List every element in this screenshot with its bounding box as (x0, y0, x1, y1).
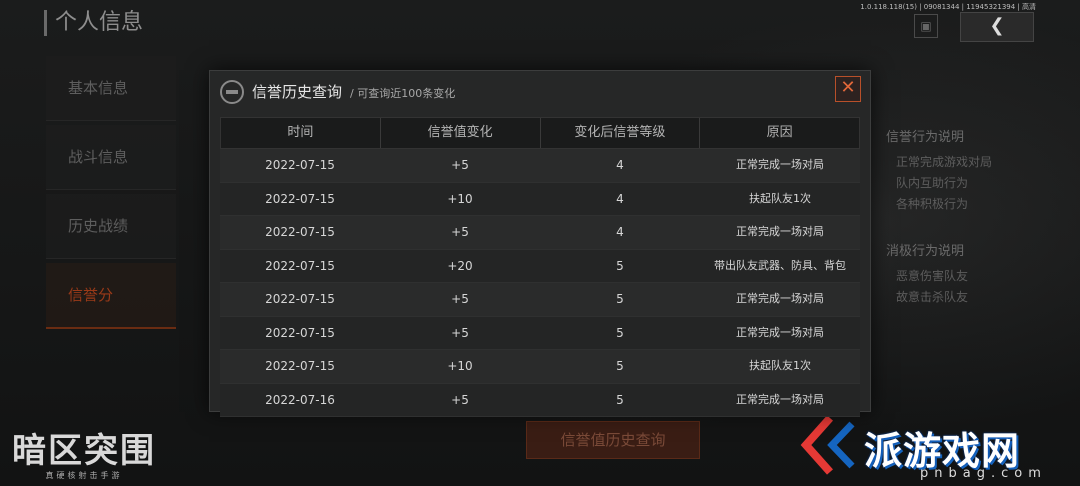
credit-history-query-button[interactable]: 信誉值历史查询 (526, 421, 700, 459)
game-logo: 暗区突围 真硬核射击手游 (6, 432, 162, 484)
game-name: 暗区突围 (12, 431, 156, 471)
cell-reason: 正常完成一场对局 (736, 225, 824, 238)
cell-change: +10 (447, 359, 473, 373)
nav-item-history[interactable]: 历史战绩 (46, 194, 176, 259)
table-row: 2022-07-15 +10 4 扶起队友1次 (220, 182, 860, 216)
table-row: 2022-07-15 +10 5 扶起队友1次 (220, 350, 860, 384)
column-header-time: 时间 (221, 118, 381, 148)
credit-history-modal: 信誉历史查询 / 可查询近100条变化 ✕ 时间 信誉值变化 变化后信誉等级 原… (209, 70, 871, 417)
watermark-site: pnbag.com (920, 466, 1047, 481)
cell-time: 2022-07-15 (265, 359, 335, 373)
modal-header: 信誉历史查询 / 可查询近100条变化 ✕ (210, 71, 870, 111)
cell-reason: 正常完成一场对局 (736, 325, 824, 339)
cell-reason: 正常完成一场对局 (736, 292, 824, 305)
cell-change: +5 (451, 225, 469, 239)
cell-time: 2022-07-15 (265, 191, 335, 206)
arrow-left-icon: ❮ (989, 15, 1005, 36)
cell-reason: 扶起队友1次 (749, 359, 811, 372)
positive-heading: 信誉行为说明 (886, 130, 965, 145)
column-header-level: 变化后信誉等级 (541, 118, 701, 148)
close-icon: ✕ (840, 77, 856, 98)
cell-level: 5 (616, 292, 624, 306)
version-info: 1.0.118.118(15) | 09081344 | 11945321394… (860, 3, 1036, 11)
back-button[interactable]: ❮ (960, 12, 1034, 42)
cell-level: 5 (616, 392, 624, 407)
positive-line: 队内互助行为 (896, 176, 969, 190)
modal-subtitle: / 可查询近100条变化 (350, 87, 456, 100)
page-title: 个人信息 (44, 10, 143, 36)
cell-change: +5 (451, 158, 469, 172)
cell-reason: 带出队友武器、防具、背包 (714, 258, 846, 272)
credit-history-table: 时间 信誉值变化 变化后信誉等级 原因 2022-07-15 +5 4 正常完成… (220, 117, 860, 417)
cell-level: 5 (616, 359, 624, 373)
table-row: 2022-07-15 +20 5 带出队友武器、防具、背包 (220, 249, 860, 283)
cell-time: 2022-07-16 (265, 392, 335, 407)
cell-change: +5 (451, 392, 469, 407)
cell-change: +10 (447, 191, 473, 206)
cell-change: +5 (451, 292, 469, 306)
positive-line: 各种积极行为 (896, 197, 969, 211)
cell-change: +5 (451, 325, 469, 340)
negative-line: 故意击杀队友 (896, 290, 969, 304)
table-row: 2022-07-16 +5 5 正常完成一场对局 (220, 383, 860, 417)
cell-time: 2022-07-15 (265, 158, 335, 172)
cell-level: 4 (616, 158, 624, 172)
table-row: 2022-07-15 +5 4 正常完成一场对局 (220, 149, 860, 183)
column-header-change: 信誉值变化 (381, 118, 541, 148)
watermark-chevron-icon (800, 415, 855, 475)
cell-level: 5 (616, 258, 624, 273)
cell-reason: 正常完成一场对局 (736, 392, 824, 406)
watermark-logo: 派游戏网 pnbag.com (800, 410, 1076, 486)
negative-line: 恶意伤害队友 (896, 269, 969, 283)
left-nav: 基本信息 战斗信息 历史战绩 信誉分 (46, 56, 176, 333)
nav-item-battle-info[interactable]: 战斗信息 (46, 125, 176, 190)
close-button[interactable]: ✕ (835, 76, 861, 102)
modal-title: 信誉历史查询 (252, 83, 343, 101)
negative-heading: 消极行为说明 (886, 244, 965, 259)
nav-item-credit-score[interactable]: 信誉分 (46, 263, 176, 329)
table-row: 2022-07-15 +5 5 正常完成一场对局 (220, 283, 860, 317)
table-row: 2022-07-15 +5 4 正常完成一场对局 (220, 216, 860, 250)
credit-rules-panel: 信誉行为说明 正常完成游戏对局 队内互助行为 各种积极行为 消极行为说明 恶意伤… (886, 126, 1036, 309)
table-row: 2022-07-15 +5 5 正常完成一场对局 (220, 316, 860, 350)
cell-reason: 正常完成一场对局 (736, 158, 824, 171)
cell-level: 5 (616, 325, 624, 340)
nav-item-basic-info[interactable]: 基本信息 (46, 56, 176, 121)
positive-line: 正常完成游戏对局 (896, 155, 993, 169)
table-header: 时间 信誉值变化 变化后信誉等级 原因 (220, 117, 860, 149)
cell-time: 2022-07-15 (265, 258, 335, 273)
cell-time: 2022-07-15 (265, 325, 335, 340)
cell-level: 4 (616, 225, 624, 239)
cell-level: 4 (616, 191, 624, 206)
square-icon[interactable]: ▣ (914, 14, 938, 38)
game-tagline: 真硬核射击手游 (45, 471, 123, 480)
table-body: 2022-07-15 +5 4 正常完成一场对局 2022-07-15 +10 … (220, 149, 860, 417)
credit-badge-icon (220, 80, 244, 104)
cell-time: 2022-07-15 (265, 225, 335, 239)
cell-reason: 扶起队友1次 (749, 191, 811, 205)
cell-time: 2022-07-15 (265, 292, 335, 306)
column-header-reason: 原因 (766, 125, 793, 140)
cell-change: +20 (447, 258, 473, 273)
